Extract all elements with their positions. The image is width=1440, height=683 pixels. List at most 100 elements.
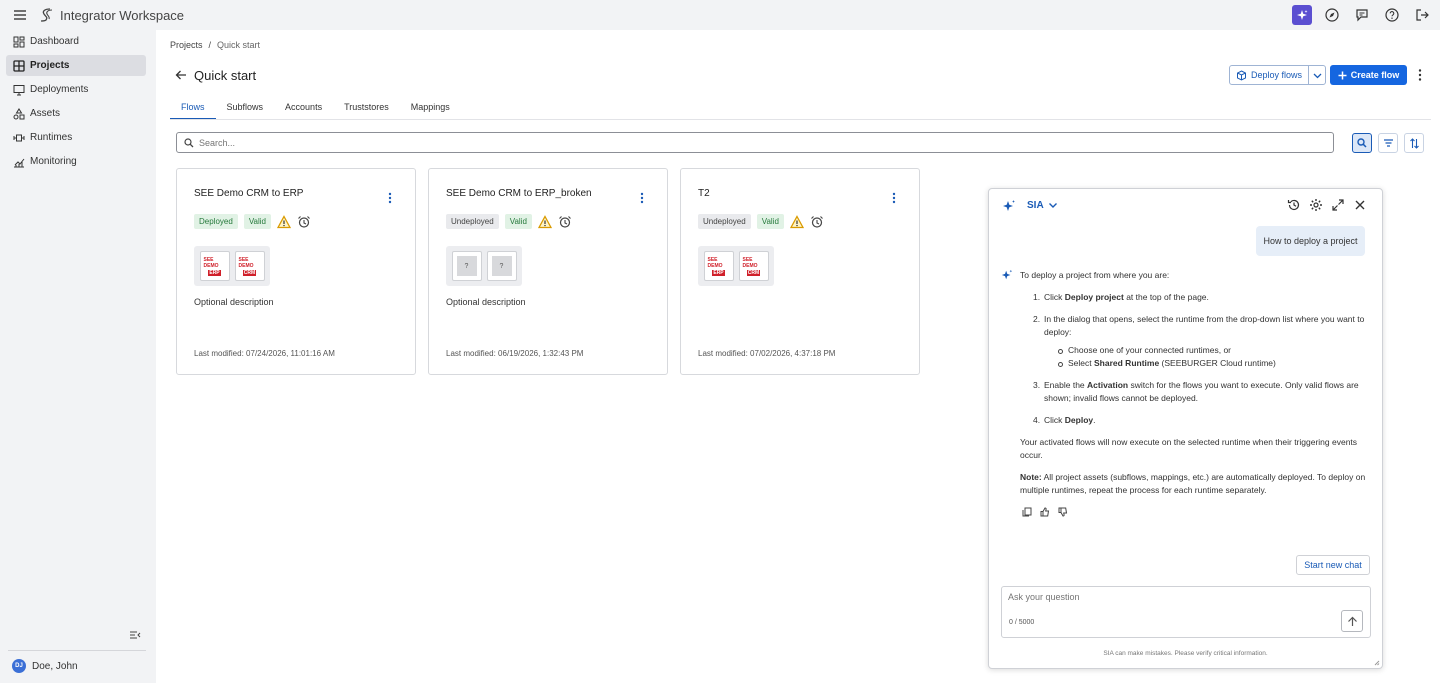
question-input[interactable] — [1008, 592, 1328, 608]
thumbs-up-icon[interactable] — [1040, 507, 1050, 517]
sidebar-item-deployments[interactable]: Deployments — [6, 79, 146, 100]
history-icon[interactable] — [1287, 198, 1301, 212]
sidebar-item-monitoring[interactable]: Monitoring — [6, 151, 146, 172]
character-counter: 0 / 5000 — [1009, 619, 1035, 626]
erp-system-icon: SEE DEMO ERP — [199, 251, 230, 281]
tab-bar: Flows Subflows Accounts Truststores Mapp… — [170, 100, 461, 120]
status-badges: Undeployed Valid — [446, 214, 572, 229]
sparkle-icon — [1001, 269, 1013, 281]
sia-title[interactable]: SIA — [1027, 200, 1044, 211]
card-menu-icon[interactable] — [387, 191, 393, 205]
tab-truststores[interactable]: Truststores — [333, 100, 400, 120]
top-bar: Integrator Workspace — [0, 0, 1440, 30]
search-toggle-button[interactable] — [1352, 133, 1372, 153]
status-badges: Deployed Valid — [194, 214, 311, 229]
chevron-down-icon[interactable] — [1048, 200, 1058, 210]
gear-icon[interactable] — [1309, 198, 1323, 212]
collapse-sidebar-icon[interactable] — [129, 629, 141, 641]
search-icon — [1357, 138, 1367, 148]
answer-bullet: Select Shared Runtime (SEEBURGER Cloud r… — [1058, 357, 1371, 370]
ai-sparkle-icon[interactable] — [1292, 5, 1312, 25]
expand-icon[interactable] — [1331, 198, 1345, 212]
sidebar-item-runtimes[interactable]: Runtimes — [6, 127, 146, 148]
chart-icon — [13, 156, 25, 168]
status-badge: Undeployed — [698, 214, 751, 229]
breadcrumb: Projects / Quick start — [170, 40, 260, 50]
deploy-options-dropdown[interactable] — [1308, 65, 1326, 85]
erp-system-icon: SEE DEMO ERP — [703, 251, 734, 281]
tab-flows[interactable]: Flows — [170, 100, 216, 120]
create-flow-button[interactable]: Create flow — [1330, 65, 1407, 85]
tab-subflows[interactable]: Subflows — [216, 100, 275, 120]
sidebar-item-label: Monitoring — [30, 156, 77, 167]
answer-step: 2. In the dialog that opens, select the r… — [1033, 313, 1371, 370]
sidebar-item-assets[interactable]: Assets — [6, 103, 146, 124]
flow-card[interactable]: SEE Demo CRM to ERP_broken Undeployed Va… — [428, 168, 668, 375]
help-icon[interactable] — [1382, 5, 1402, 25]
page-title: Quick start — [194, 68, 257, 83]
resize-handle-icon[interactable] — [1374, 660, 1380, 666]
sidebar-item-label: Runtimes — [30, 132, 73, 143]
crm-system-icon: SEE DEMO CRM — [738, 251, 769, 281]
flow-card-modified: Last modified: 07/02/2026, 4:37:18 PM — [698, 349, 836, 358]
card-menu-icon[interactable] — [891, 191, 897, 205]
answer-step: 4. Click Deploy. — [1033, 415, 1096, 425]
app-logo-icon — [38, 7, 54, 23]
breadcrumb-projects[interactable]: Projects — [170, 40, 203, 50]
more-options-icon[interactable] — [1414, 68, 1426, 82]
thumbs-down-icon[interactable] — [1058, 507, 1068, 517]
breadcrumb-current: Quick start — [217, 40, 261, 50]
start-new-chat-button[interactable]: Start new chat — [1296, 555, 1370, 575]
copy-icon[interactable] — [1022, 507, 1032, 517]
assets-icon — [13, 107, 25, 120]
monitor-icon — [13, 84, 25, 96]
avatar: DJ — [12, 659, 26, 673]
flow-card[interactable]: T2 Undeployed Valid SEE DEMO ERP SEE DEMO… — [680, 168, 920, 375]
sparkle-icon — [1002, 199, 1016, 213]
status-badge: Undeployed — [446, 214, 499, 229]
validity-badge: Valid — [243, 214, 272, 229]
plus-icon — [1338, 71, 1347, 80]
close-icon[interactable] — [1353, 198, 1367, 212]
user-profile[interactable]: DJ Doe, John — [12, 659, 78, 673]
flow-card[interactable]: SEE Demo CRM to ERP Deployed Valid SEE D… — [176, 168, 416, 375]
sidebar-item-projects[interactable]: Projects — [6, 55, 146, 76]
ai-disclaimer: SIA can make mistakes. Please verify cri… — [1103, 650, 1268, 657]
answer-step: 3. Enable the Activation switch for the f… — [1033, 380, 1359, 403]
system-icons: SEE DEMO ERP SEE DEMO CRM — [194, 246, 270, 286]
unknown-system-icon: ? — [486, 251, 517, 281]
create-flow-label: Create flow — [1350, 70, 1400, 80]
flow-card-title: SEE Demo CRM to ERP_broken — [446, 188, 592, 199]
unknown-system-icon: ? — [451, 251, 482, 281]
send-button[interactable] — [1341, 610, 1363, 632]
system-icons: ? ? — [446, 246, 522, 286]
alarm-clock-icon — [810, 215, 824, 229]
compass-icon[interactable] — [1322, 5, 1342, 25]
sidebar: Dashboard Projects Deployments Assets Ru… — [0, 30, 155, 683]
search-box — [176, 132, 1334, 153]
search-input[interactable] — [199, 137, 1299, 148]
sidebar-item-dashboard[interactable]: Dashboard — [6, 31, 146, 52]
search-icon — [184, 137, 194, 148]
sidebar-item-label: Assets — [30, 108, 61, 119]
chat-icon[interactable] — [1352, 5, 1372, 25]
tab-mappings[interactable]: Mappings — [400, 100, 461, 120]
filter-button[interactable] — [1378, 133, 1398, 153]
sia-assistant-panel: SIA How to deploy a project To deploy a … — [988, 188, 1383, 669]
validity-badge: Valid — [504, 214, 532, 229]
deploy-flows-button[interactable]: Deploy flows — [1229, 65, 1309, 85]
status-badge: Deployed — [194, 214, 238, 229]
validity-badge: Valid — [756, 214, 784, 229]
sort-icon — [1409, 137, 1420, 149]
question-box: 0 / 5000 — [1001, 586, 1371, 638]
menu-icon[interactable] — [12, 7, 28, 23]
sidebar-item-label: Projects — [30, 60, 70, 71]
deploy-flows-label: Deploy flows — [1250, 70, 1303, 80]
tab-accounts[interactable]: Accounts — [274, 100, 333, 120]
answer-bullet: Choose one of your connected runtimes, o… — [1058, 344, 1371, 357]
back-arrow-icon[interactable] — [175, 69, 187, 81]
sort-button[interactable] — [1404, 133, 1424, 153]
system-icons: SEE DEMO ERP SEE DEMO CRM — [698, 246, 774, 286]
card-menu-icon[interactable] — [639, 191, 645, 205]
logout-icon[interactable] — [1412, 5, 1432, 25]
